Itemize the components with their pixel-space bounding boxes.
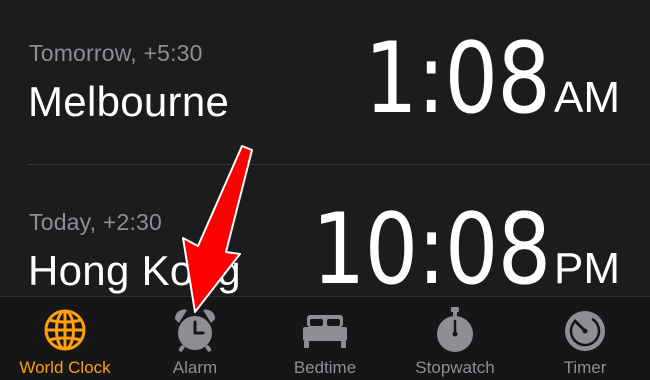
tab-bar: World Clock Alarm Bedtime Stopwatch Time… xyxy=(0,296,650,380)
city-name: Melbourne xyxy=(28,78,230,125)
timer-icon xyxy=(565,311,605,351)
city-name: Hong Kong xyxy=(28,247,241,294)
tab-world-clock[interactable]: World Clock xyxy=(0,297,130,380)
tab-stopwatch[interactable]: Stopwatch xyxy=(390,297,520,380)
tab-label: World Clock xyxy=(19,358,111,377)
stopwatch-icon xyxy=(437,307,473,352)
tab-alarm[interactable]: Alarm xyxy=(130,297,260,380)
tab-label: Bedtime xyxy=(293,358,357,377)
time-offset-label: Tomorrow, +5:30 xyxy=(29,40,203,66)
tab-timer[interactable]: Timer xyxy=(520,297,650,380)
clock-time: 1:08 AM xyxy=(334,30,620,128)
clock-ampm: PM xyxy=(554,244,620,293)
tab-bedtime[interactable]: Bedtime xyxy=(260,297,390,380)
clock-time-digits: 1:08 xyxy=(364,22,551,136)
globe-icon xyxy=(44,309,86,351)
clock-time: 10:08 PM xyxy=(273,201,620,299)
tab-label: Alarm xyxy=(172,358,218,377)
clock-row-melbourne[interactable]: Tomorrow, +5:30 Melbourne 1:08 AM xyxy=(0,0,650,165)
alarm-clock-icon xyxy=(174,309,216,352)
tab-label: Stopwatch xyxy=(415,358,495,377)
clock-row-hong-kong[interactable]: Today, +2:30 Hong Kong 10:08 PM xyxy=(0,165,650,299)
world-clock-screen: Tomorrow, +5:30 Melbourne 1:08 AM Today,… xyxy=(0,0,650,380)
clock-time-digits: 10:08 xyxy=(311,193,550,307)
world-clock-list: Tomorrow, +5:30 Melbourne 1:08 AM Today,… xyxy=(0,0,650,299)
clock-ampm: AM xyxy=(554,73,620,122)
tab-label: Timer xyxy=(563,358,607,377)
time-offset-label: Today, +2:30 xyxy=(29,209,163,235)
bed-icon xyxy=(303,315,347,348)
